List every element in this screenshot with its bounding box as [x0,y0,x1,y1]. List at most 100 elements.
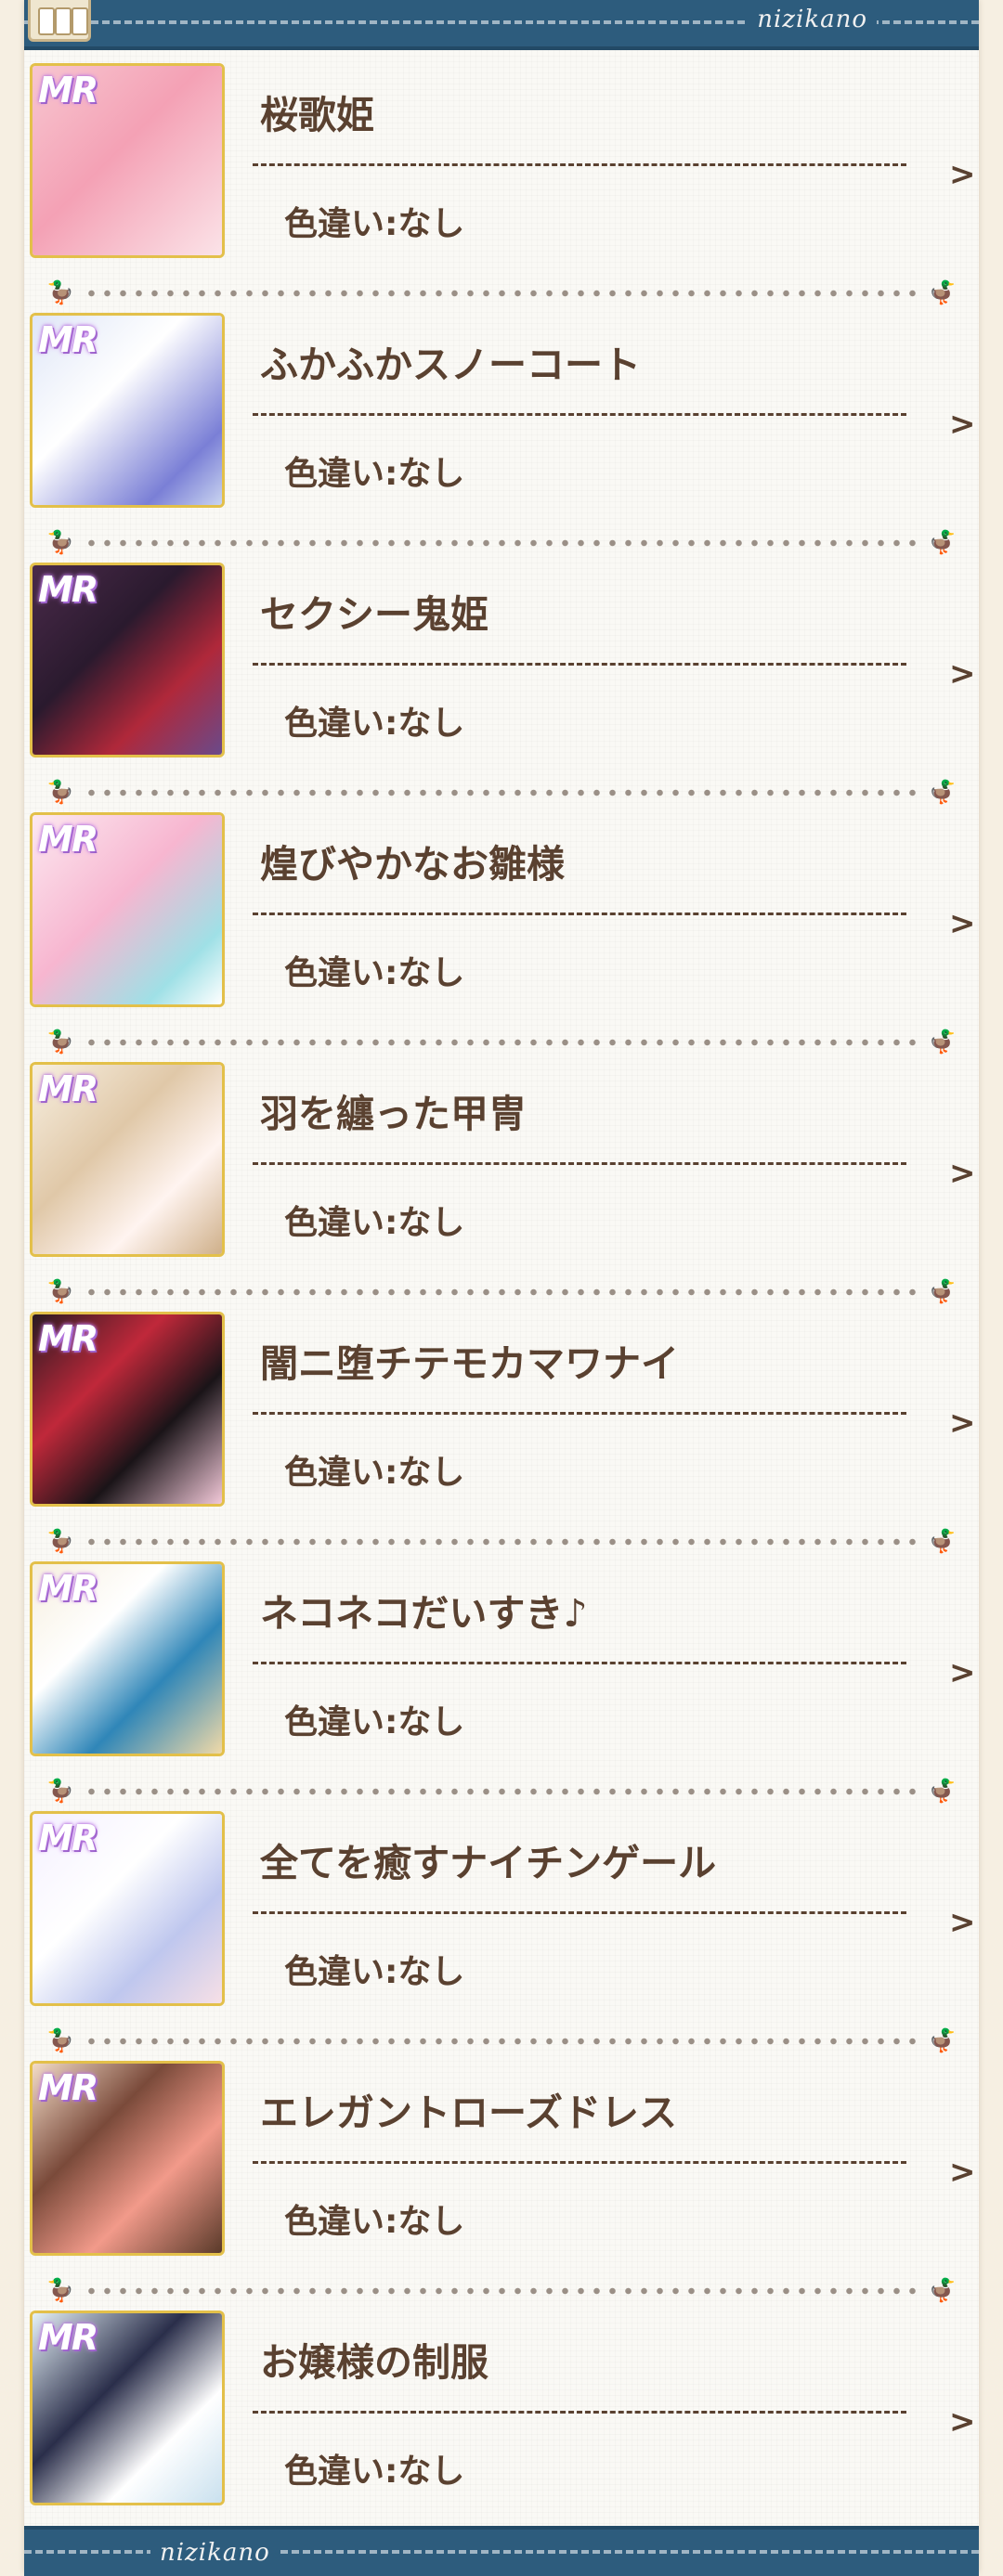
chevron-right-icon[interactable]: > [949,1405,976,1442]
costume-name: 闇ニ堕チテモカマワナイ [260,1341,679,1386]
costume-thumbnail[interactable]: MR [30,1561,225,1756]
costume-thumbnail[interactable]: MR [30,1811,225,2006]
rarity-badge: MR [38,2067,98,2108]
color-variant-label: 色違い:なし [284,1703,465,1741]
rarity-badge: MR [38,1818,98,1858]
costume-name: ふかふかスノーコート [260,343,641,387]
duck-icon: 🦆 [929,1528,957,1554]
costume-row[interactable]: MRお嬢様の制服色違い:なし>🦆🦆 [30,2311,976,2560]
costume-row[interactable]: MR 煌びやかなお雛様 色違い:なし > 🦆 🦆 [30,812,976,1062]
costume-thumbnail[interactable]: MR [30,2061,225,2256]
costume-name: ネコネコだいすき♪ [260,1591,588,1636]
chevron-right-icon[interactable]: > [949,1654,976,1691]
rarity-badge: MR [38,2317,98,2358]
chevron-right-icon[interactable]: > [949,1155,976,1192]
chevron-right-icon[interactable]: > [949,655,976,693]
duck-icon: 🦆 [46,529,74,555]
rarity-badge: MR [38,319,98,360]
duck-icon: 🦆 [929,2027,957,2053]
costume-thumbnail[interactable]: MR [30,63,225,258]
costume-thumbnail[interactable]: MR [30,313,225,508]
dotted-divider: 🦆🦆 [46,1278,957,1304]
costume-row[interactable]: MR ふかふかスノーコート色違い:なし > 🦆 🦆 [30,313,976,563]
duck-icon: 🦆 [46,1528,74,1554]
tab-clip-icon [28,0,91,42]
dashed-separator [253,413,906,416]
costume-row[interactable]: MR 闇ニ堕チテモカマワナイ 色違い:なし > 🦆 🦆 [30,1312,976,1561]
costume-name: 羽を纏った甲冑 [260,1092,527,1136]
color-variant-label: 色違い:なし [284,705,465,743]
rarity-badge: MR [38,70,98,110]
costume-thumbnail[interactable]: MR [30,1312,225,1507]
chevron-right-icon[interactable]: > [949,156,976,193]
duck-icon: 🦆 [46,2277,74,2303]
costume-list: MR 桜歌姫 色違い:なし > 🦆 🦆 MR ふかふかスノーコート 色違い:なし > 🦆 🦆 MR セクシ… [30,63,976,2560]
dashed-separator [253,1662,906,1664]
dotted-divider: 🦆🦆 [46,779,957,805]
divider-dots [84,1538,919,1546]
dashed-separator [253,663,906,666]
rarity-badge: MR [38,1318,98,1359]
color-variant-label: 色違い:なし [284,455,465,493]
duck-icon: 🦆 [929,1278,957,1304]
duck-icon: 🦆 [46,2027,74,2053]
divider-dots [84,539,919,547]
costume-thumbnail[interactable]: MR [30,812,225,1007]
footer-bar: nizikano [24,2526,979,2576]
costume-thumbnail[interactable]: MR [30,2311,225,2505]
duck-icon: 🦆 [46,1278,74,1304]
color-variant-label: 色違い:なし [284,1454,465,1492]
rarity-badge: MR [38,569,98,610]
costume-row[interactable]: MR 羽を纏った甲冑 色違い:なし > 🦆 🦆 [30,1062,976,1312]
color-variant-label: 色違い:なし [284,2203,465,2241]
dashed-separator [253,2411,906,2414]
duck-icon: 🦆 [46,1029,74,1055]
duck-icon: 🦆 [929,1778,957,1804]
dotted-divider: 🦆🦆 [46,1528,957,1554]
color-variant-label: 色違い:なし [284,1953,465,1991]
costume-thumbnail[interactable]: MR [30,563,225,757]
divider-dots [84,1788,919,1795]
dashed-separator [253,1911,906,1914]
duck-icon: 🦆 [46,279,74,305]
duck-icon: 🦆 [929,779,957,805]
costume-row[interactable]: MR セクシー鬼姫 色違い:なし > 🦆 🦆 [30,563,976,812]
costume-name: エレガントローズドレス [260,2091,677,2135]
footer-brand: nizikano [150,2539,280,2567]
rarity-badge: MR [38,1068,98,1109]
costume-row[interactable]: MR エレガントローズドレス色違い:なし > 🦆 🦆 [30,2061,976,2311]
dotted-divider: 🦆🦆 [46,2027,957,2053]
header-bar: nizikano [24,0,979,50]
divider-dots [84,290,919,297]
duck-icon: 🦆 [929,1029,957,1055]
chevron-right-icon[interactable]: > [949,1904,976,1941]
costume-name: 煌びやかなお雛様 [260,842,565,887]
chevron-right-icon[interactable]: > [949,2154,976,2191]
dotted-divider: 🦆🦆 [46,1029,957,1055]
duck-icon: 🦆 [929,279,957,305]
dashed-separator [253,2161,906,2164]
costume-row[interactable]: MR 桜歌姫 色違い:なし > 🦆 🦆 [30,63,976,313]
dashed-separator [253,163,906,166]
duck-icon: 🦆 [929,2277,957,2303]
divider-dots [84,2287,919,2295]
costume-name: セクシー鬼姫 [260,592,488,637]
color-variant-label: 色違い:なし [284,2453,465,2491]
duck-icon: 🦆 [929,529,957,555]
divider-dots [84,1039,919,1046]
rarity-badge: MR [38,819,98,860]
color-variant-label: 色違い:なし [284,1204,465,1242]
chevron-right-icon[interactable]: > [949,2403,976,2440]
chevron-right-icon[interactable]: > [949,406,976,443]
costume-row[interactable]: MR ネコネコだいすき♪ 色違い:なし > 🦆 🦆 [30,1561,976,1811]
dashed-separator [253,1162,906,1165]
chevron-right-icon[interactable]: > [949,905,976,942]
divider-dots [84,1288,919,1296]
costume-row[interactable]: MR 全てを癒すナイチンゲール 色違い:なし > 🦆 🦆 [30,1811,976,2061]
duck-icon: 🦆 [46,779,74,805]
costume-name: お嬢様の制服 [260,2340,488,2385]
costume-name: 桜歌姫 [260,93,374,137]
costume-thumbnail[interactable]: MR [30,1062,225,1257]
dotted-divider: 🦆🦆 [46,279,957,305]
color-variant-label: 色違い:なし [284,205,465,243]
